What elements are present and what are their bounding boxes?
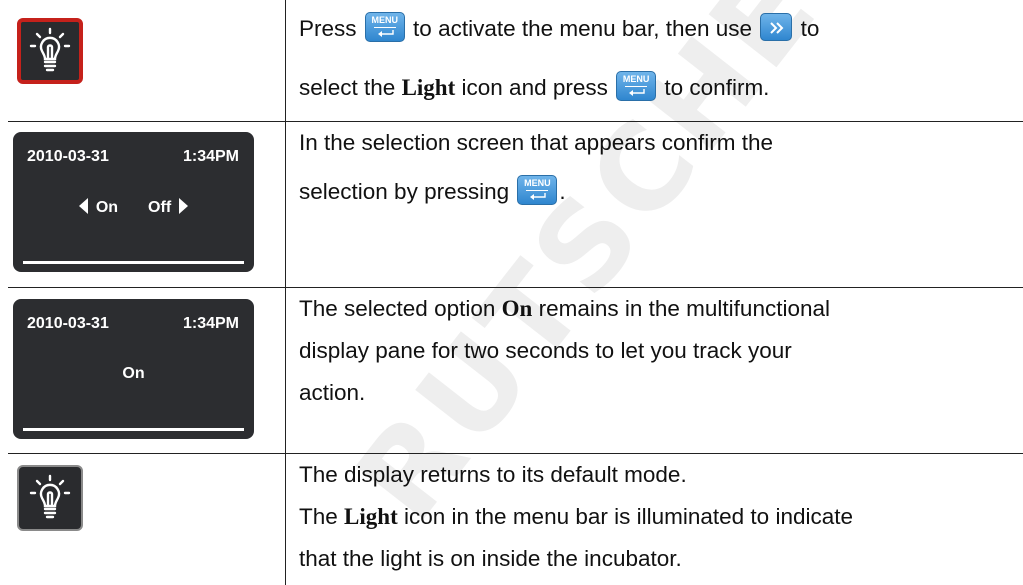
text-line: display pane for two seconds to let you … [299,337,792,363]
step-text-cell-4: The display returns to its default mode.… [285,452,1023,585]
text-line: The selected option On remains in the mu… [299,288,1023,330]
text-segment: to [800,16,820,41]
step-text-cell-1: Press MENU to activate the menu bar, the… [286,0,1023,121]
text-line: select the Light icon and press MENU to … [299,59,1023,118]
key-divider [373,27,396,29]
step-text-cell-2: In the selection screen that appears con… [285,120,1023,287]
menu-key-label: MENU [371,15,399,26]
key-divider [526,189,549,191]
left-triangle-icon [78,198,88,214]
double-chevron-right-icon [770,22,784,34]
on-term: On [501,295,533,321]
text-segment: The selected option [299,295,496,321]
text-segment: The [299,503,338,529]
option-off: Off [148,199,172,216]
screen-time: 1:34PM [183,315,239,333]
enter-arrow-icon [629,89,645,97]
display-screen-selection: 2010-03-31 1:34PM On Off [13,132,254,272]
screen-underline [23,261,244,264]
step-row-1: Press MENU to activate the menu bar, the… [8,0,1023,121]
menu-key-label: MENU [524,177,551,188]
light-bulb-glyph [29,27,71,72]
key-divider [625,86,648,88]
menu-key-icon: MENU [517,174,558,205]
text-segment: icon and press [461,75,608,100]
enter-arrow-icon [377,30,394,38]
text-segment: to confirm. [664,75,770,100]
text-line: In the selection screen that appears con… [299,129,774,155]
text-line: that the light is on inside the incubato… [299,545,682,571]
time-value: 1:34 [182,148,215,165]
text-line: Press MENU to activate the menu bar, the… [299,0,1023,59]
text-line: selection by pressing MENU . [299,164,1023,220]
light-bulb-glyph [29,474,71,519]
meridiem: PM [215,148,239,165]
text-segment: to activate the menu bar, then use [413,16,753,41]
text-segment: icon in the menu bar is illuminated to i… [404,503,854,529]
text-segment: . [559,178,566,204]
screen-date: 2010-03-31 [27,148,109,165]
light-bulb-icon [17,18,83,84]
step-row-4: The display returns to its default mode.… [8,452,1023,585]
enter-arrow-icon [530,192,547,200]
on-off-selector: On Off [13,198,254,217]
text-segment: select the [299,75,396,100]
selected-option: On [122,365,145,382]
text-line: action. [299,379,366,405]
step-text-cell-3: The selected option On remains in the mu… [285,286,1023,453]
text-segment: Press [299,16,357,41]
menu-key-label: MENU [622,74,650,85]
screen-underline [23,428,244,431]
display-screen-confirmation: 2010-03-31 1:34PM On [13,299,254,439]
text-line: The Light icon in the menu bar is illumi… [299,496,1023,538]
light-term: Light [401,75,456,100]
light-term: Light [344,503,398,529]
instruction-table: Press MENU to activate the menu bar, the… [8,0,1023,585]
text-line: The display returns to its default mode. [299,461,687,487]
text-segment: remains in the multifunctional [538,295,830,321]
screen-time: 1:34PM [183,148,239,166]
menu-key-icon: MENU [616,71,657,102]
right-triangle-icon [179,198,189,214]
screen-date: 2010-03-31 [27,315,109,332]
meridiem: PM [215,315,239,332]
option-on: On [95,199,119,216]
next-key-icon [760,13,793,42]
menu-key-icon: MENU [364,12,405,43]
text-segment: selection by pressing [299,178,510,204]
time-value: 1:34 [182,315,215,332]
light-bulb-icon [17,465,83,531]
